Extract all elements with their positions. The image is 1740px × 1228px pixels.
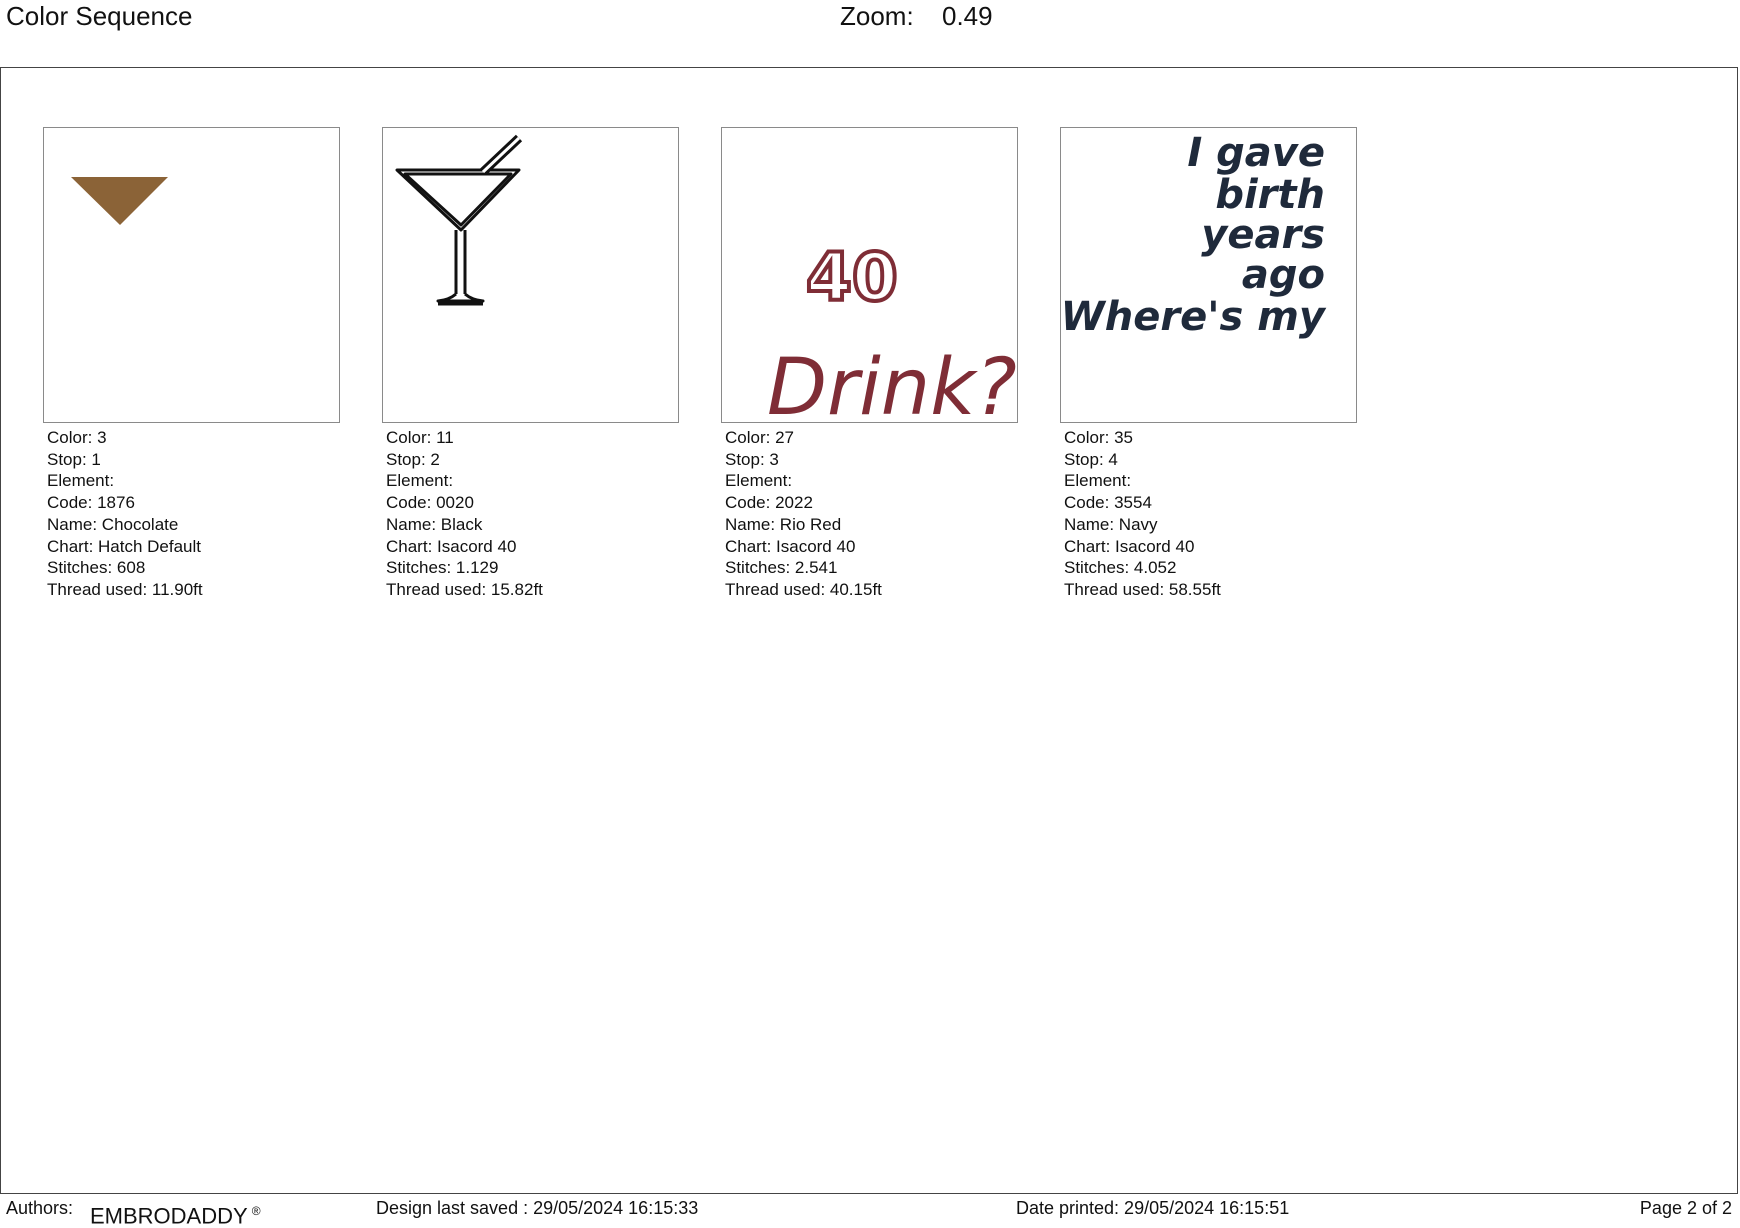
color-number: Color: 35 xyxy=(1064,428,1133,447)
color-card-2: Color: 11 Stop: 2 Element: Code: 0020 Na… xyxy=(382,127,679,601)
triangle-shape xyxy=(71,177,168,225)
thread-code: Code: 2022 xyxy=(725,493,813,513)
color-card-3: 40 Drink? Color: 27 Stop: 3 Element: Cod… xyxy=(721,127,1018,601)
stitch-count: Stitches: 2.541 xyxy=(725,558,838,578)
card-info-3: Color: 27 Stop: 3 Element: Code: 2022 Na… xyxy=(721,427,1018,601)
art-line-1: I gave xyxy=(1187,130,1325,176)
footer-authors-label: Authors: xyxy=(6,1198,74,1218)
color-number: Color: 27 xyxy=(725,428,794,447)
stitch-count: Stitches: 608 xyxy=(47,558,146,578)
card-info-4: Color: 35 Stop: 4 Element: Code: 3554 Na… xyxy=(1060,427,1357,601)
art-word-drink: Drink? xyxy=(767,343,1017,423)
color-number: Color: 11 xyxy=(386,428,454,447)
thread-used: Thread used: 11.90ft xyxy=(47,579,203,599)
art-line-4: ago xyxy=(1242,252,1325,298)
thread-used: Thread used: 40.15ft xyxy=(725,579,882,599)
text-stitch-icon: I gave birth years ago Where's my xyxy=(1061,130,1327,340)
element-label: Element: xyxy=(1064,471,1132,491)
color-card-4: I gave birth years ago Where's my Color:… xyxy=(1060,127,1357,601)
text-stitch-icon: 40 Drink? xyxy=(767,237,1017,423)
swatch-preview-1 xyxy=(43,127,340,423)
page-title: Color Sequence xyxy=(6,1,193,31)
thread-chart: Chart: Isacord 40 xyxy=(386,536,517,556)
card-info-1: Color: 3 Stop: 1 Element: Code: 1876 Nam… xyxy=(43,427,340,601)
footer-page-number: Page 2 of 2 xyxy=(1639,1198,1732,1218)
thread-code: Code: 0020 xyxy=(386,493,474,513)
martini-glass-bowl-inner xyxy=(403,172,513,227)
zoom-value: 0.49 xyxy=(942,1,993,31)
art-number-40: 40 xyxy=(806,239,898,316)
element-label: Element: xyxy=(386,471,454,491)
footer-date-printed: Date printed: 29/05/2024 16:15:51 xyxy=(1016,1198,1290,1218)
thread-used: Thread used: 15.82ft xyxy=(386,579,543,599)
thread-used: Thread used: 58.55ft xyxy=(1064,579,1221,599)
swatch-preview-4: I gave birth years ago Where's my xyxy=(1060,127,1357,423)
martini-glass-icon xyxy=(395,134,523,306)
stop-number: Stop: 3 xyxy=(725,449,779,469)
color-number: Color: 3 xyxy=(47,428,107,447)
stop-number: Stop: 4 xyxy=(1064,449,1118,469)
card-info-2: Color: 11 Stop: 2 Element: Code: 0020 Na… xyxy=(382,427,679,601)
stop-number: Stop: 1 xyxy=(47,449,101,469)
color-card-1: Color: 3 Stop: 1 Element: Code: 1876 Nam… xyxy=(43,127,340,601)
thread-name: Name: Navy xyxy=(1064,514,1158,534)
thread-chart: Chart: Isacord 40 xyxy=(1064,536,1195,556)
element-label: Element: xyxy=(725,471,793,491)
thread-name: Name: Chocolate xyxy=(47,514,179,534)
author-name: EMBRODADDY xyxy=(90,1203,248,1228)
thread-name: Name: Rio Red xyxy=(725,514,842,534)
thread-chart: Chart: Hatch Default xyxy=(47,536,202,556)
registered-mark: ® xyxy=(251,1204,261,1218)
thread-chart: Chart: Isacord 40 xyxy=(725,536,856,556)
thread-code: Code: 3554 xyxy=(1064,493,1152,513)
footer-design-saved: Design last saved : 29/05/2024 16:15:33 xyxy=(376,1198,699,1218)
stop-number: Stop: 2 xyxy=(386,449,440,469)
swatch-preview-3: 40 Drink? xyxy=(721,127,1018,423)
triangle-stitch-icon xyxy=(71,177,168,225)
stitch-count: Stitches: 1.129 xyxy=(386,558,499,578)
thread-name: Name: Black xyxy=(386,514,483,534)
thread-code: Code: 1876 xyxy=(47,493,135,513)
swatch-preview-2 xyxy=(382,127,679,423)
footer-authors-value: EMBRODADDY ® xyxy=(90,1199,261,1228)
element-label: Element: xyxy=(47,471,115,491)
zoom-label: Zoom: xyxy=(840,1,914,31)
art-line-5: Where's my xyxy=(1061,294,1327,340)
stitch-count: Stitches: 4.052 xyxy=(1064,558,1177,578)
